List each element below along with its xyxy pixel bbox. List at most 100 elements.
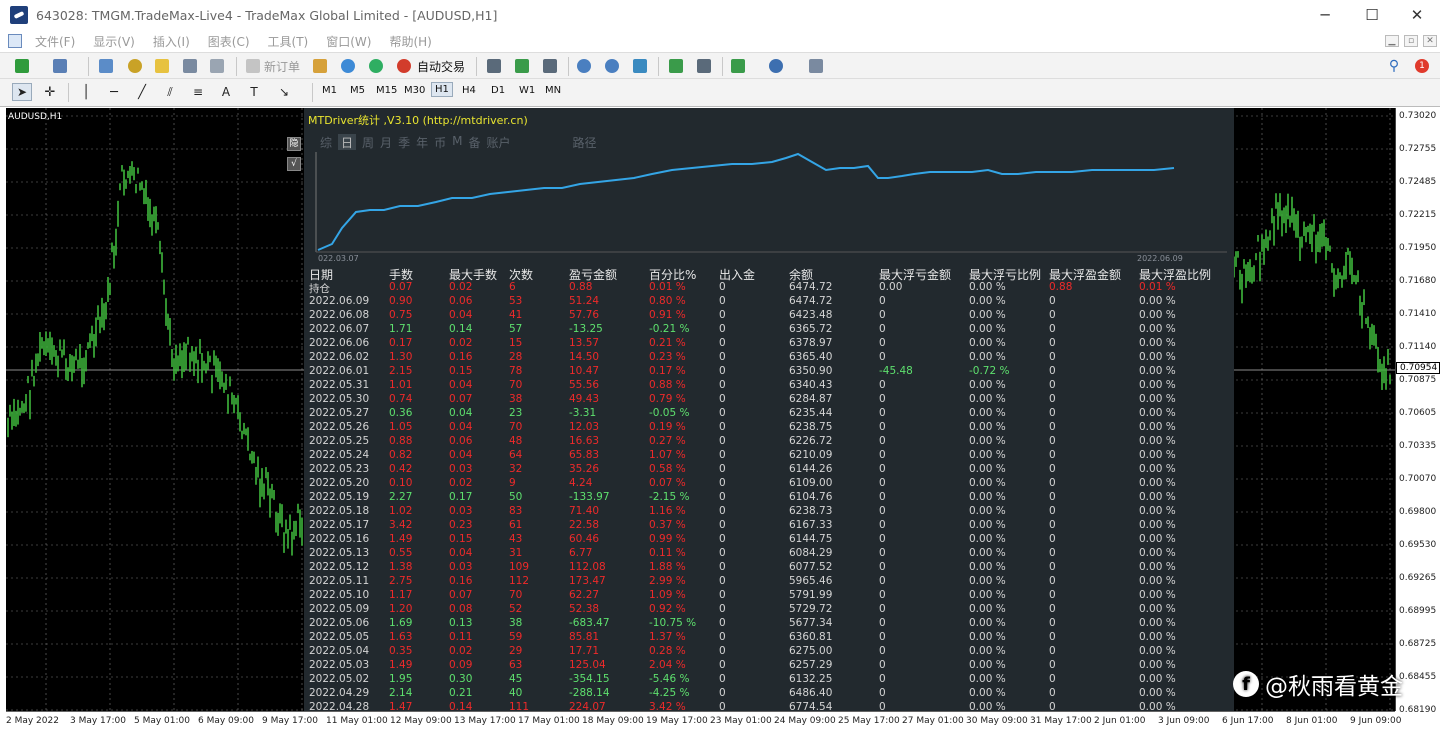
strategy-tester-button[interactable]: [207, 57, 227, 75]
table-cell: 6774.54: [789, 701, 833, 713]
zoom-in-button[interactable]: [574, 57, 594, 75]
indicators-button[interactable]: [728, 57, 748, 75]
tf-m5[interactable]: M5: [350, 85, 365, 96]
bar-chart-button[interactable]: [484, 57, 504, 75]
tf-h1[interactable]: H1: [431, 82, 453, 97]
autotrade-icon-button[interactable]: [394, 57, 414, 75]
table-cell: 0: [879, 351, 886, 363]
tf-m30[interactable]: M30: [404, 85, 425, 96]
notifications-button[interactable]: 1: [1412, 57, 1432, 75]
time-tick-label: 5 May 01:00: [134, 716, 190, 726]
table-row: 2022.05.12 1.38 0.03 109 112.08 1.88 % 0 6077.5…: [309, 561, 1229, 575]
broadcast-button[interactable]: [366, 57, 386, 75]
horizontal-line-tool[interactable]: ─: [104, 83, 124, 101]
tab-9[interactable]: 账户: [486, 134, 510, 150]
table-cell: 0.00 %: [1139, 645, 1176, 657]
fibonacci-tool[interactable]: ≡: [188, 83, 208, 101]
tab-6[interactable]: 币: [434, 134, 446, 150]
menu-insert[interactable]: 插入(I): [144, 33, 199, 50]
table-cell: 14.50: [569, 351, 600, 363]
table-cell: 0.04: [449, 407, 473, 419]
watermark-logo-icon: f: [1233, 671, 1259, 697]
trendline-tool[interactable]: ╱: [132, 83, 152, 101]
periods-button[interactable]: [766, 57, 786, 75]
table-cell: 109: [509, 561, 530, 573]
cursor-tool[interactable]: ➤: [12, 83, 32, 101]
autotrade-button[interactable]: 自动交易: [417, 58, 465, 75]
signals-icon: [341, 59, 355, 73]
autoscroll-button[interactable]: [666, 57, 686, 75]
chart-window-icon[interactable]: [8, 34, 22, 48]
navigator-button[interactable]: [152, 57, 172, 75]
data-window-button[interactable]: [125, 57, 145, 75]
tab-2[interactable]: 周: [362, 134, 374, 150]
new-order-button[interactable]: 新订单: [264, 58, 300, 75]
tf-d1[interactable]: D1: [491, 85, 505, 96]
chart-shift-button[interactable]: [694, 57, 714, 75]
maximize-button[interactable]: ☐: [1349, 0, 1395, 30]
table-cell: 1.17: [389, 589, 413, 601]
mdi-close-button[interactable]: ✕: [1423, 35, 1437, 47]
tf-mn[interactable]: MN: [545, 85, 561, 96]
table-cell: 0: [879, 519, 886, 531]
tab-4[interactable]: 季: [398, 134, 410, 150]
candle-chart-button[interactable]: [512, 57, 532, 75]
tab-8[interactable]: 备: [468, 134, 480, 150]
tf-m1[interactable]: M1: [322, 85, 337, 96]
close-button[interactable]: ✕: [1394, 0, 1440, 30]
table-cell: 0: [1049, 701, 1056, 713]
menu-help[interactable]: 帮助(H): [380, 33, 440, 50]
table-cell: 2022.06.01: [309, 365, 370, 377]
table-cell: 2022.05.02: [309, 673, 370, 685]
check-button[interactable]: √: [287, 157, 301, 171]
period-tabs: 综日周月季年币 M 备账户 路径: [320, 134, 603, 150]
text-tool[interactable]: A: [216, 83, 236, 101]
tf-m15[interactable]: M15: [376, 85, 397, 96]
terminal-button[interactable]: [180, 57, 200, 75]
tab-10[interactable]: 路径: [573, 134, 597, 150]
vertical-line-tool[interactable]: │: [76, 83, 96, 101]
tab-0[interactable]: 综: [320, 134, 332, 150]
new-order-icon-button[interactable]: [243, 57, 263, 75]
market-watch-button[interactable]: [96, 57, 116, 75]
table-cell: 2.99 %: [649, 575, 686, 587]
line-chart-button[interactable]: [540, 57, 560, 75]
metaeditor-button[interactable]: [310, 57, 330, 75]
table-cell: 45: [509, 673, 523, 685]
tf-w1[interactable]: W1: [519, 85, 535, 96]
zoom-out-button[interactable]: [602, 57, 622, 75]
menu-tools[interactable]: 工具(T): [259, 33, 318, 50]
table-cell: 0: [719, 575, 726, 587]
mdi-restore-button[interactable]: ▫: [1404, 35, 1418, 47]
tf-h4[interactable]: H4: [462, 85, 476, 96]
tab-7[interactable]: M: [452, 134, 462, 150]
price-tick-label: 0.70605: [1399, 408, 1437, 418]
search-button[interactable]: ⚲: [1384, 57, 1404, 75]
table-cell: 0: [719, 407, 726, 419]
menu-charts[interactable]: 图表(C): [199, 33, 259, 50]
table-cell: 0.99 %: [649, 533, 686, 545]
menu-window[interactable]: 窗口(W): [317, 33, 380, 50]
equidistant-channel-tool[interactable]: ⫽: [160, 83, 180, 101]
table-cell: 0.00 %: [1139, 561, 1176, 573]
menu-file[interactable]: 文件(F): [26, 33, 84, 50]
tile-windows-button[interactable]: [630, 57, 650, 75]
tab-5[interactable]: 年: [416, 134, 428, 150]
mdi-minimize-button[interactable]: ▁: [1385, 35, 1399, 47]
table-row: 2022.04.29 2.14 0.21 40 -288.14 -4.25 % 0 6486.…: [309, 687, 1229, 701]
templates-button[interactable]: [806, 57, 826, 75]
crosshair-icon: ✛: [44, 84, 56, 100]
tab-3[interactable]: 月: [380, 134, 392, 150]
new-chart-button[interactable]: [12, 57, 32, 75]
tab-1[interactable]: 日: [338, 134, 357, 150]
hide-panel-button[interactable]: 隐: [287, 137, 301, 151]
crosshair-tool[interactable]: ✛: [40, 83, 60, 101]
profiles-button[interactable]: [50, 57, 70, 75]
minimize-button[interactable]: ─: [1302, 0, 1348, 30]
arrows-tool[interactable]: ↘: [274, 83, 294, 101]
table-cell: 65.83: [569, 449, 600, 461]
menu-view[interactable]: 显示(V): [84, 33, 144, 50]
text-label-tool[interactable]: T: [244, 83, 264, 101]
table-cell: 0: [1049, 323, 1056, 335]
signals-button[interactable]: [338, 57, 358, 75]
